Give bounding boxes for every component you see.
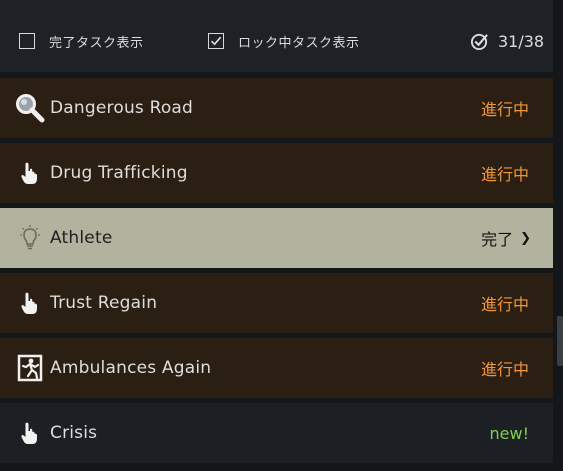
task-row[interactable]: Ambulances Again 進行中 [0,338,553,398]
filter-bar: 完了タスク表示 ロック中タスク表示 31/38 [0,0,553,72]
task-name: Drug Trafficking [50,163,188,183]
task-row[interactable]: Athlete 完了 ❯ [0,208,553,268]
task-name: Athlete [50,228,113,248]
task-name: Dangerous Road [50,98,194,118]
task-name: Crisis [50,423,98,443]
checkmark-icon [210,36,222,46]
task-status: 進行中 [480,360,529,379]
task-status: new! [489,423,529,443]
show-locked-label: ロック中タスク表示 [238,35,360,51]
show-completed-checkbox[interactable] [19,33,35,49]
task-status: 進行中 [480,100,529,119]
task-count: 31/38 [498,31,545,51]
task-status: 進行中 [480,165,529,184]
task-row[interactable]: Trust Regain 進行中 [0,273,553,333]
show-locked-filter[interactable]: ロック中タスク表示 [208,31,360,51]
task-status: 進行中 [480,295,529,314]
scrollbar-thumb[interactable] [557,316,563,366]
scrollbar-track[interactable] [556,0,563,471]
check-circle-icon [470,33,488,50]
task-name: Ambulances Again [50,358,212,378]
emergency-exit-icon [14,352,46,384]
show-completed-label: 完了タスク表示 [49,35,144,51]
task-row[interactable]: Crisis new! [0,403,553,463]
chevron-right-icon: ❯ [520,230,531,246]
task-name: Trust Regain [50,293,158,313]
task-counter: 31/38 [470,31,544,51]
pointing-hand-icon [14,287,46,319]
pointing-hand-icon [14,157,46,189]
task-row[interactable]: Dangerous Road 進行中 [0,78,553,138]
task-status-text: 完了 [481,230,514,249]
show-completed-filter[interactable]: 完了タスク表示 [19,31,144,51]
magnifier-icon [14,92,46,124]
task-row[interactable]: Drug Trafficking 進行中 [0,143,553,203]
show-locked-checkbox[interactable] [208,33,224,49]
pointing-hand-icon [14,417,46,449]
task-status: 完了 ❯ [481,226,531,250]
lightbulb-icon [14,222,46,254]
